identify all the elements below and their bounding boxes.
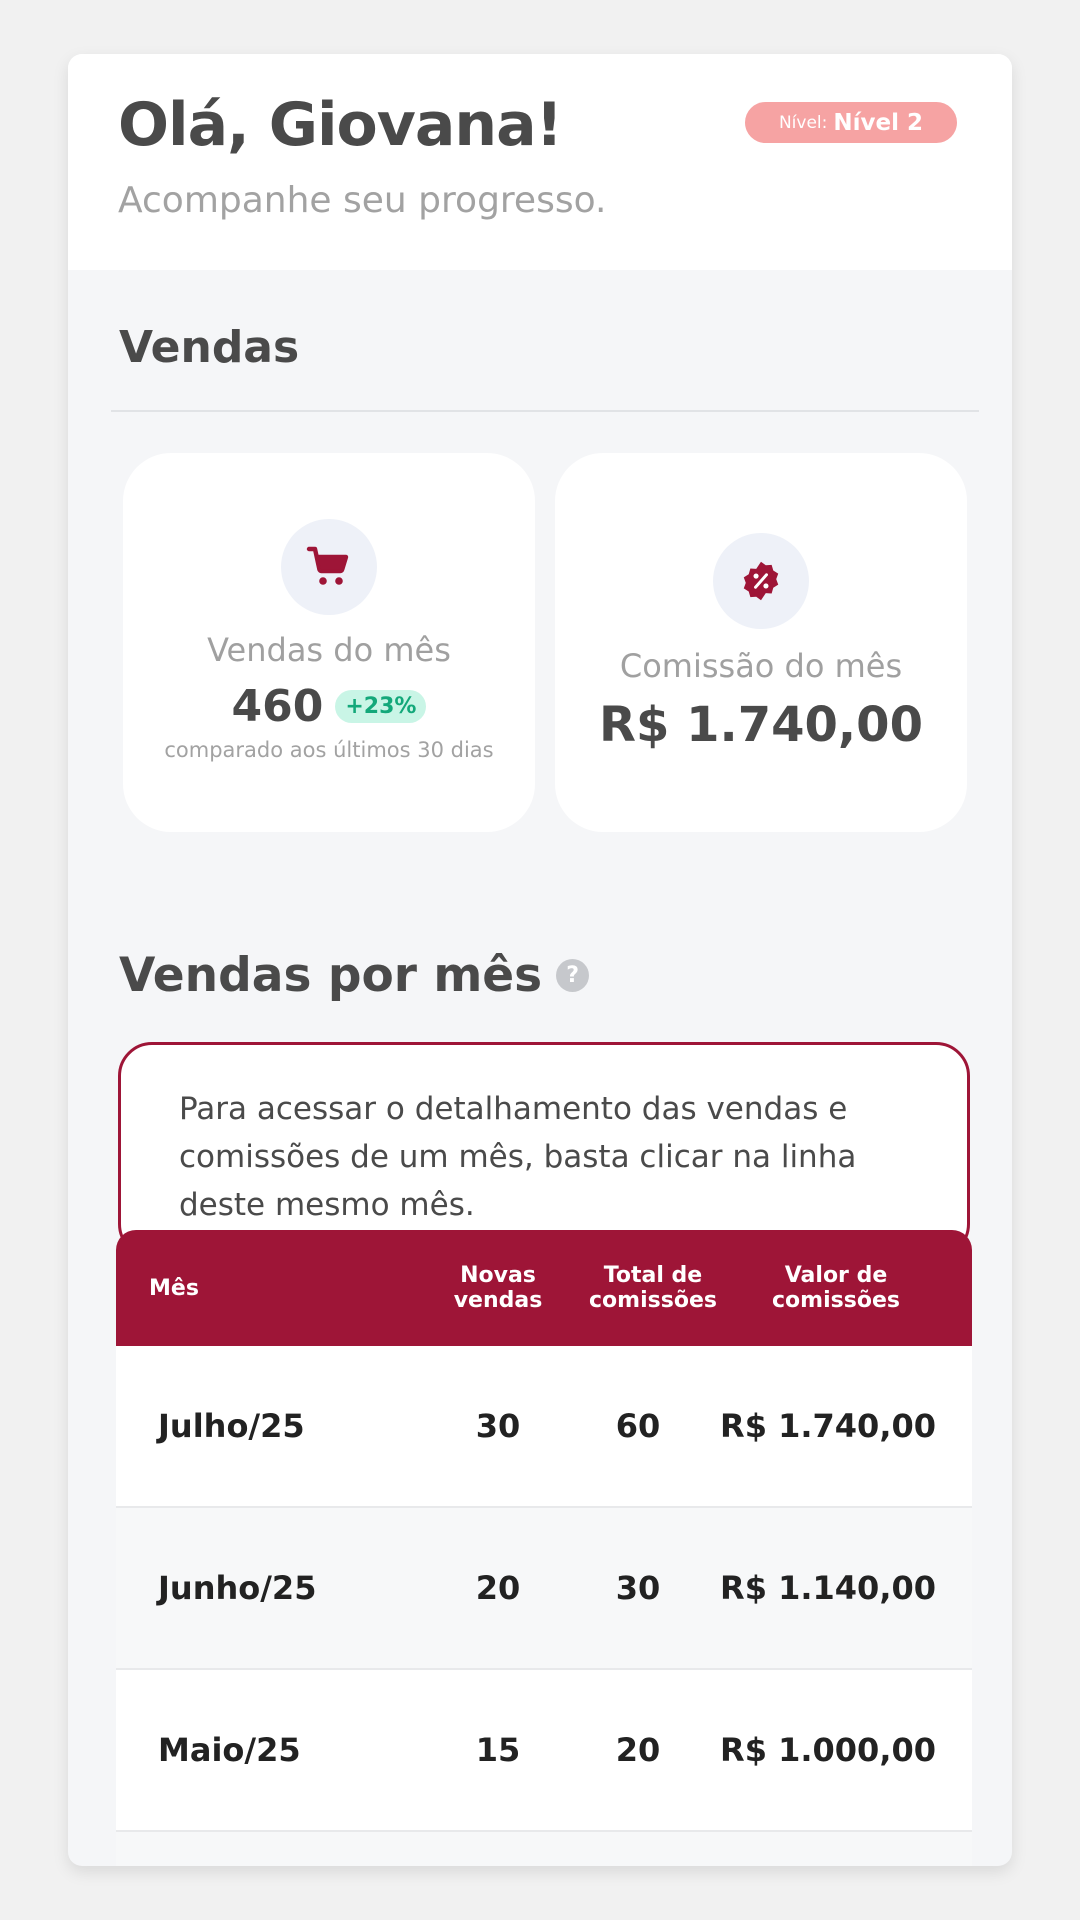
monthly-commission-card: Comissão do mês R$ 1.740,00 [555,453,967,832]
cell-month: Maio/25 [158,1731,301,1769]
cell-new-sales: 30 [475,1407,521,1445]
info-box: Para acessar o detalhamento das vendas e… [118,1042,970,1258]
monthly-sales-value: 460 [231,681,324,732]
column-header-new-sales: Novas vendas [453,1263,543,1313]
cart-icon [281,519,377,615]
divider [111,410,979,412]
column-header-commission-value: Valor de comissões [772,1263,900,1313]
cell-commission-value: R$ 1.740,00 [720,1407,936,1445]
table-header: Mês Novas vendas Total de comissões Valo… [116,1230,972,1346]
greeting-subtitle: Acompanhe seu progresso. [118,180,607,221]
level-badge: Nível: Nível 2 [745,102,957,143]
monthly-sales-title-text: Vendas por mês [119,948,543,1003]
table-row[interactable]: Julho/25 30 60 R$ 1.740,00 [116,1346,972,1508]
comparison-note: comparado aos últimos 30 dias [164,738,494,762]
level-label: Nível: [778,112,828,133]
discount-badge-icon [713,533,809,629]
table-row[interactable]: Junho/25 20 30 R$ 1.140,00 [116,1508,972,1670]
cell-total-commissions: 60 [615,1407,661,1445]
table-row[interactable]: Maio/25 15 20 R$ 1.000,00 [116,1670,972,1832]
sales-section-title: Vendas [119,322,300,373]
cell-month: Julho/25 [158,1407,305,1445]
commission-label: Comissão do mês [619,647,903,685]
monthly-sales-label: Vendas do mês [207,631,451,669]
monthly-sales-card: Vendas do mês 460 +23% comparado aos últ… [123,453,535,832]
cell-commission-value: R$ 1.140,00 [720,1569,936,1607]
monthly-sales-table: Mês Novas vendas Total de comissões Valo… [116,1230,972,1866]
monthly-sales-title: Vendas por mês ? [119,948,590,1003]
column-header-month: Mês [149,1275,199,1301]
help-icon[interactable]: ? [556,959,590,992]
table-row[interactable] [116,1832,972,1866]
cell-month: Junho/25 [158,1569,317,1607]
greeting-title: Olá, Giovana! [118,90,563,160]
cell-commission-value: R$ 1.000,00 [720,1731,936,1769]
header: Olá, Giovana! Nível: Nível 2 Acompanhe s… [68,54,1012,270]
progress-card: Olá, Giovana! Nível: Nível 2 Acompanhe s… [68,54,1012,1866]
info-text: Para acessar o detalhamento das vendas e… [179,1091,857,1223]
cell-new-sales: 15 [475,1731,521,1769]
monthly-sales-value-row: 460 +23% [123,681,535,732]
column-header-total-commissions: Total de comissões [589,1263,717,1313]
cell-total-commissions: 20 [615,1731,661,1769]
cell-new-sales: 20 [475,1569,521,1607]
sales-delta-badge: +23% [335,690,427,723]
cell-total-commissions: 30 [615,1569,661,1607]
level-value: Nível 2 [833,109,924,136]
commission-value: R$ 1.740,00 [599,697,923,753]
